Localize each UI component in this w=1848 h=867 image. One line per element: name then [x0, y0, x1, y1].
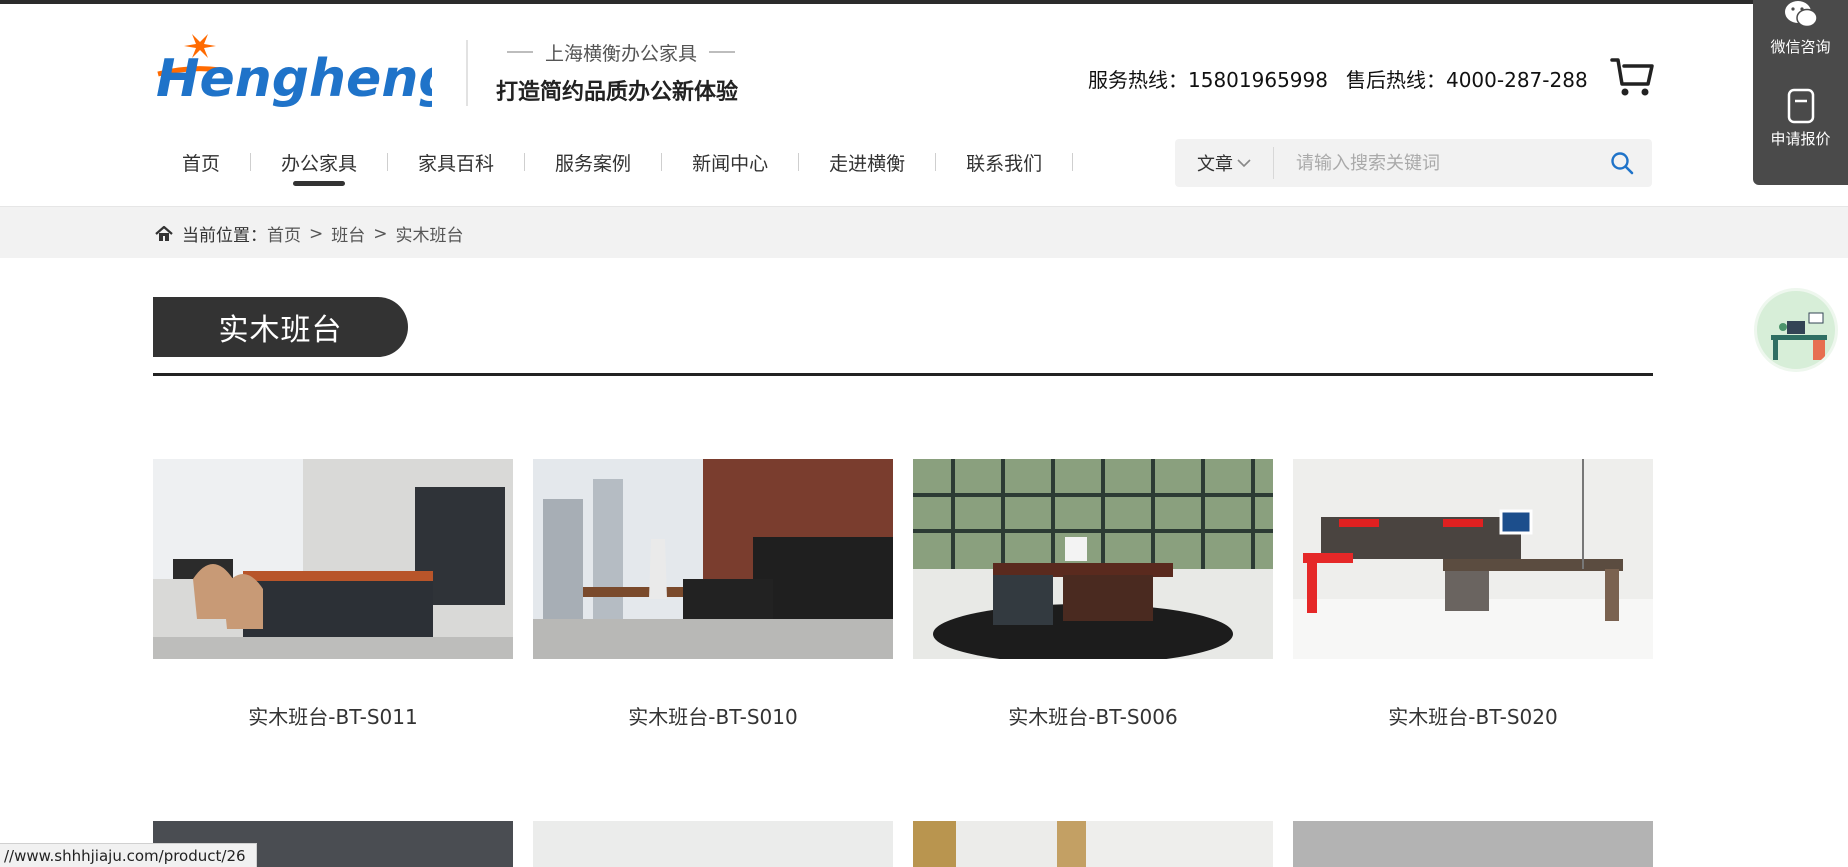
- request-quote-button[interactable]: 申请报价: [1753, 88, 1848, 149]
- search-button[interactable]: [1592, 139, 1652, 187]
- product-name[interactable]: 实木班台-BT-S006: [913, 701, 1273, 730]
- product-grid: 实木班台-BT-S011 实木班台-BT-S010 实木班台-BT-S006 实…: [153, 459, 1653, 730]
- nav-news[interactable]: 新闻中心: [662, 140, 798, 184]
- product-grid-row-2: [153, 821, 1653, 867]
- nav-cases[interactable]: 服务案例: [525, 140, 661, 184]
- breadcrumb-bar: 当前位置： 首页 > 班台 > 实木班台: [0, 206, 1848, 258]
- brand-logo[interactable]: Hengheng: [150, 30, 456, 110]
- title-divider: [153, 373, 1653, 376]
- product-name[interactable]: 实木班台-BT-S011: [153, 701, 513, 730]
- product-image[interactable]: [913, 821, 1273, 867]
- product-card[interactable]: [533, 821, 893, 867]
- product-image[interactable]: [1293, 459, 1653, 659]
- breadcrumb-home[interactable]: 首页: [267, 221, 301, 246]
- nav-about[interactable]: 走进横衡: [799, 140, 935, 184]
- product-card[interactable]: 实木班台-BT-S020: [1293, 459, 1653, 730]
- product-card[interactable]: 实木班台-BT-S010: [533, 459, 893, 730]
- nav-office-furniture[interactable]: 办公家具: [251, 140, 387, 184]
- wechat-icon: [1784, 1, 1818, 28]
- aftersale-hotline: 售后热线：4000-287-288: [1345, 68, 1588, 92]
- logo-divider: [466, 40, 468, 106]
- breadcrumb: 当前位置： 首页 > 班台 > 实木班台: [154, 221, 464, 246]
- product-image[interactable]: [913, 459, 1273, 659]
- wechat-consult-button[interactable]: 微信咨询: [1753, 0, 1848, 57]
- home-icon: [155, 225, 173, 241]
- breadcrumb-current[interactable]: 实木班台: [396, 221, 464, 246]
- nav-home[interactable]: 首页: [150, 140, 250, 184]
- chevron-down-icon: [1237, 159, 1251, 168]
- nav-contact[interactable]: 联系我们: [936, 140, 1072, 184]
- office-desk-illustration[interactable]: [1754, 288, 1838, 372]
- service-hotline: 服务热线：15801965998: [1088, 68, 1328, 92]
- status-bar-url: //www.shhhjiaju.com/product/26: [0, 843, 257, 867]
- breadcrumb-prefix: 当前位置：: [182, 226, 267, 246]
- company-name: 上海横衡办公家具: [496, 40, 746, 65]
- product-image[interactable]: [533, 821, 893, 867]
- nav-furniture-wiki[interactable]: 家具百科: [388, 140, 524, 184]
- product-card[interactable]: [1293, 821, 1653, 867]
- cart-icon[interactable]: [1610, 54, 1654, 98]
- product-card[interactable]: 实木班台-BT-S006: [913, 459, 1273, 730]
- logo-wordmark: Hengheng: [156, 49, 432, 109]
- product-name[interactable]: 实木班台-BT-S010: [533, 701, 893, 730]
- product-name[interactable]: 实木班台-BT-S020: [1293, 701, 1653, 730]
- brand-slogan: 打造简约品质办公新体验: [496, 80, 739, 105]
- quote-form-icon: [1787, 88, 1814, 124]
- search-input[interactable]: [1274, 139, 1592, 187]
- product-image[interactable]: [1293, 821, 1653, 867]
- product-image[interactable]: [153, 459, 513, 659]
- search-bar: 文章: [1175, 139, 1652, 187]
- product-image[interactable]: [533, 459, 893, 659]
- main-nav: 首页 办公家具 家具百科 服务案例 新闻中心 走进横衡 联系我们: [150, 140, 1074, 184]
- product-card[interactable]: [913, 821, 1273, 867]
- search-type-select[interactable]: 文章: [1175, 139, 1273, 187]
- breadcrumb-desk[interactable]: 班台: [331, 221, 365, 246]
- search-icon: [1611, 152, 1634, 175]
- hotline-info: 服务热线：15801965998 售后热线：4000-287-288: [1088, 64, 1588, 93]
- site-header: Hengheng 上海横衡办公家具 打造简约品质办公新体验 服务热线：15801…: [0, 4, 1848, 204]
- float-contact-panel: 微信咨询 申请报价: [1753, 0, 1848, 185]
- product-card[interactable]: 实木班台-BT-S011: [153, 459, 513, 730]
- category-title: 实木班台: [153, 297, 408, 357]
